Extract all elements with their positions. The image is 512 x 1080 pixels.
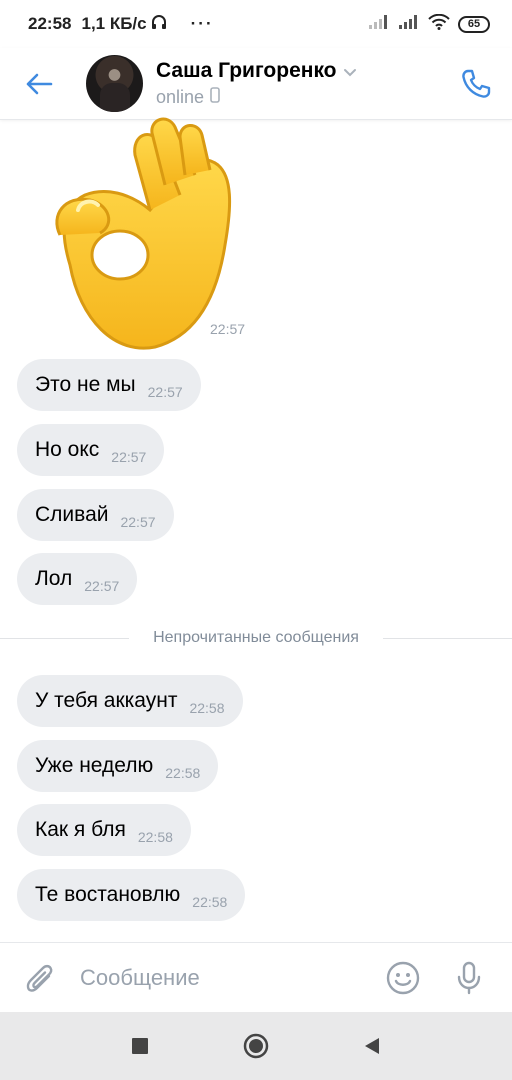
message-text: У тебя аккаунт — [35, 689, 178, 712]
triangle-back-icon — [365, 1038, 379, 1054]
headphones-icon — [151, 14, 167, 35]
contact-info[interactable]: Саша Григоренко online — [156, 59, 357, 108]
microphone-icon — [457, 961, 481, 994]
message-text: Уже неделю — [35, 754, 154, 777]
circle-icon — [243, 1033, 269, 1059]
unread-separator-label: Непрочитанные сообщения — [153, 629, 359, 646]
call-button[interactable] — [440, 48, 512, 120]
message-bubble[interactable]: У тебя аккаунт 22:58 — [17, 675, 243, 727]
emoji-button[interactable] — [370, 943, 436, 1013]
more-notifications-icon: ··· — [190, 14, 214, 33]
contact-name: Саша Григоренко — [156, 59, 337, 82]
message-time: 22:58 — [137, 829, 173, 845]
battery-indicator: 65 — [458, 15, 490, 33]
message-bubble[interactable]: Это не мы 22:57 — [17, 359, 201, 411]
signal-icon-2 — [398, 14, 420, 35]
message-time: 22:57 — [84, 578, 120, 594]
message-time: 22:58 — [192, 894, 228, 910]
phone-icon — [462, 69, 491, 98]
sticker-time: 22:57 — [210, 321, 246, 337]
message-bubble[interactable]: Как я бля 22:58 — [17, 804, 191, 856]
separator-line-right — [382, 637, 512, 639]
chat-header: Саша Григоренко online — [0, 48, 512, 120]
recents-button[interactable] — [125, 1031, 155, 1061]
message-text: Лол — [35, 567, 73, 590]
back-nav-button[interactable] — [357, 1031, 387, 1061]
system-nav-bar — [0, 1012, 512, 1080]
message-text: Это не мы — [35, 373, 136, 396]
signal-icon — [368, 14, 390, 35]
message-time: 22:58 — [189, 700, 225, 716]
status-bar: 22:58 1,1 КБ/с ··· 65 — [0, 0, 512, 48]
avatar[interactable] — [86, 55, 143, 112]
ok-hand-emoji-icon[interactable] — [40, 115, 235, 350]
attach-button[interactable] — [0, 943, 80, 1013]
back-button[interactable] — [0, 48, 78, 120]
chevron-down-icon — [343, 59, 357, 83]
message-text: Как я бля — [35, 818, 126, 841]
message-text: Те востановлю — [35, 883, 181, 906]
message-composer — [0, 942, 512, 1012]
network-speed: 1,1 КБ/с — [81, 14, 147, 33]
square-icon — [132, 1038, 148, 1054]
message-input[interactable] — [80, 957, 370, 998]
chat-screen: 22:58 1,1 КБ/с ··· 65 Саша Григоренко on… — [0, 0, 512, 1080]
message-bubble[interactable]: Те востановлю 22:58 — [17, 869, 246, 921]
voice-message-button[interactable] — [436, 943, 502, 1013]
separator-line-left — [0, 637, 130, 639]
status-time: 22:58 — [28, 14, 72, 33]
message-text: Сливай — [35, 503, 109, 526]
arrow-left-icon — [26, 73, 53, 94]
message-time: 22:58 — [165, 765, 201, 781]
home-button[interactable] — [241, 1031, 271, 1061]
online-status: online — [156, 87, 205, 107]
message-time: 22:57 — [147, 384, 183, 400]
wifi-icon — [428, 13, 450, 35]
message-time: 22:57 — [120, 514, 156, 530]
message-bubble[interactable]: Но окс 22:57 — [17, 424, 165, 476]
smile-icon — [386, 961, 420, 994]
message-text: Но окс — [35, 438, 100, 461]
paperclip-icon — [26, 964, 53, 992]
message-bubble[interactable]: Сливай 22:57 — [17, 489, 174, 541]
mobile-icon — [210, 87, 220, 108]
message-time: 22:57 — [111, 449, 147, 465]
message-bubble[interactable]: Лол 22:57 — [17, 553, 138, 605]
message-bubble[interactable]: Уже неделю 22:58 — [17, 740, 219, 792]
unread-separator: Непрочитанные сообщения — [0, 626, 512, 650]
